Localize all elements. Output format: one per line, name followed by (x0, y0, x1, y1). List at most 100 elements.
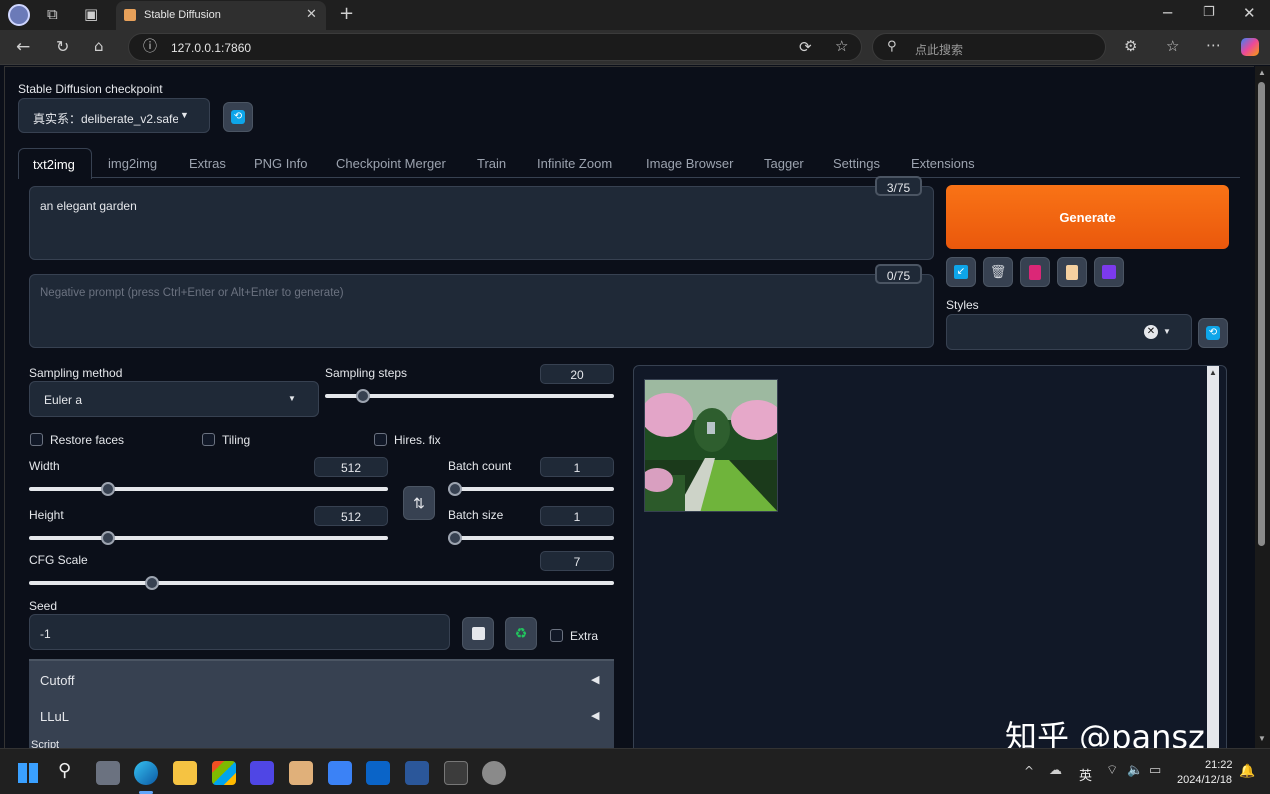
app-icon[interactable] (289, 761, 313, 785)
translate-icon[interactable]: ⟳ (799, 40, 812, 55)
copilot-icon[interactable] (1241, 38, 1259, 56)
notification-bell-icon[interactable]: 🔔 (1239, 765, 1255, 778)
scroll-up-icon[interactable]: ▲ (1258, 68, 1266, 77)
app-icon[interactable] (328, 761, 352, 785)
random-seed-button[interactable] (462, 617, 494, 650)
browser-tab[interactable]: Stable Diffusion ✕ (116, 1, 326, 30)
cfg-scale-input[interactable]: 7 (540, 551, 614, 571)
task-view-icon[interactable] (96, 761, 120, 785)
settings-icon[interactable] (482, 761, 506, 785)
reuse-seed-button[interactable]: ♻ (505, 617, 537, 650)
clear-styles-icon[interactable]: ✕ (1144, 325, 1158, 339)
site-info-icon[interactable]: ⓘ (143, 40, 157, 54)
slider-thumb[interactable] (448, 482, 462, 496)
search-icon[interactable]: ⚲ (58, 762, 71, 780)
minimize-icon[interactable]: ─ (1163, 6, 1172, 21)
height-input[interactable]: 512 (314, 506, 388, 526)
tab-txt2img[interactable]: txt2img (18, 148, 92, 179)
outlook-icon[interactable] (366, 761, 390, 785)
address-bar[interactable]: ⓘ 127.0.0.1:7860 ⟳ ☆ (128, 33, 862, 61)
word-icon[interactable] (405, 761, 429, 785)
app-icon[interactable] (250, 761, 274, 785)
ime-indicator[interactable]: 英 (1079, 765, 1092, 784)
restore-icon[interactable]: ❐ (1203, 6, 1215, 19)
accordion-llul[interactable]: LLuL ◀ (29, 697, 614, 735)
tab-img2img[interactable]: img2img (108, 156, 157, 171)
refresh-icon[interactable]: ↻ (56, 39, 69, 55)
clock-date[interactable]: 2024/12/18 (1177, 774, 1232, 786)
generated-image[interactable] (644, 379, 778, 512)
new-tab-icon[interactable]: + (339, 5, 354, 23)
tab-train[interactable]: Train (477, 156, 506, 171)
refresh-checkpoint-button[interactable]: ⟲ (223, 102, 253, 132)
extra-networks-button[interactable] (1020, 257, 1050, 287)
height-slider[interactable] (29, 531, 388, 545)
more-menu-icon[interactable]: ⋯ (1206, 38, 1221, 53)
battery-icon[interactable]: ▭ (1149, 764, 1161, 777)
cfg-scale-slider[interactable] (29, 576, 614, 590)
accordion-cutoff[interactable]: Cutoff ◀ (29, 659, 614, 697)
tab-settings[interactable]: Settings (833, 156, 880, 171)
close-tab-icon[interactable]: ✕ (306, 8, 317, 21)
file-explorer-icon[interactable] (173, 761, 197, 785)
batch-size-input[interactable]: 1 (540, 506, 614, 526)
refresh-styles-button[interactable]: ⟲ (1198, 318, 1228, 348)
batch-count-slider[interactable] (448, 482, 614, 496)
tab-actions-icon[interactable]: ▣ (84, 7, 98, 22)
tab-tagger[interactable]: Tagger (764, 156, 804, 171)
favorite-star-icon[interactable]: ☆ (835, 39, 848, 54)
restore-faces-checkbox[interactable] (30, 433, 43, 446)
tiling-checkbox[interactable] (202, 433, 215, 446)
tab-image-browser[interactable]: Image Browser (646, 156, 733, 171)
tab-png-info[interactable]: PNG Info (254, 156, 307, 171)
save-style-button[interactable] (1094, 257, 1124, 287)
edge-icon[interactable] (134, 761, 158, 785)
read-params-button[interactable]: ↙ (946, 257, 976, 287)
onedrive-icon[interactable]: ☁ (1049, 764, 1062, 777)
slider-thumb[interactable] (100, 531, 115, 545)
tab-infinite-zoom[interactable]: Infinite Zoom (537, 156, 612, 171)
scroll-thumb[interactable] (1258, 82, 1265, 546)
styles-dropdown[interactable]: ✕ ▼ (946, 314, 1192, 350)
hires-fix-checkbox[interactable] (374, 433, 387, 446)
slider-thumb[interactable] (100, 482, 115, 496)
start-icon[interactable] (18, 763, 38, 783)
generate-button[interactable]: Generate (946, 185, 1229, 249)
apply-style-button[interactable] (1057, 257, 1087, 287)
extensions-icon[interactable]: ⚙ (1124, 39, 1137, 54)
scroll-up-icon[interactable]: ▲ (1209, 368, 1217, 377)
slider-thumb[interactable] (448, 531, 462, 545)
batch-size-slider[interactable] (448, 531, 614, 545)
volume-icon[interactable]: 🔈 (1127, 764, 1143, 777)
extra-seed-checkbox[interactable] (550, 629, 563, 642)
profile-avatar[interactable] (8, 4, 30, 26)
store-icon[interactable] (212, 761, 236, 785)
width-slider[interactable] (29, 482, 388, 496)
sampling-method-dropdown[interactable]: Euler a ▼ (29, 381, 319, 417)
negative-prompt-textarea[interactable]: Negative prompt (press Ctrl+Enter or Alt… (29, 274, 934, 348)
scroll-down-icon[interactable]: ▼ (1258, 734, 1266, 743)
slider-thumb[interactable] (355, 389, 370, 403)
clear-prompt-button[interactable]: 🗑 (983, 257, 1013, 287)
chevron-up-icon[interactable]: ^ (1024, 765, 1034, 777)
tab-extensions[interactable]: Extensions (911, 156, 975, 171)
seed-input[interactable]: -1 (29, 614, 450, 650)
checkpoint-dropdown[interactable]: 真实系：deliberate_v2.safe ▼ (18, 98, 210, 133)
swap-dimensions-button[interactable]: ⇅ (403, 486, 435, 520)
terminal-icon[interactable] (444, 761, 468, 785)
page-scrollbar[interactable]: ▲ ▼ (1255, 66, 1270, 748)
slider-thumb[interactable] (144, 576, 159, 590)
prompt-textarea[interactable]: an elegant garden (29, 186, 934, 260)
gallery-scrollbar[interactable] (1207, 366, 1219, 748)
back-icon[interactable]: ← (16, 39, 30, 56)
clock-time[interactable]: 21:22 (1205, 759, 1233, 771)
search-box[interactable]: ⚲ 点此搜索 (872, 33, 1106, 61)
sampling-steps-slider[interactable] (325, 389, 614, 403)
close-window-icon[interactable]: ✕ (1243, 6, 1256, 21)
favorites-icon[interactable]: ☆ (1166, 39, 1179, 54)
workspaces-icon[interactable]: ⧉ (47, 7, 58, 22)
home-icon[interactable]: ⌂ (94, 39, 104, 54)
tab-extras[interactable]: Extras (189, 156, 226, 171)
batch-count-input[interactable]: 1 (540, 457, 614, 477)
tab-checkpoint-merger[interactable]: Checkpoint Merger (336, 156, 446, 171)
